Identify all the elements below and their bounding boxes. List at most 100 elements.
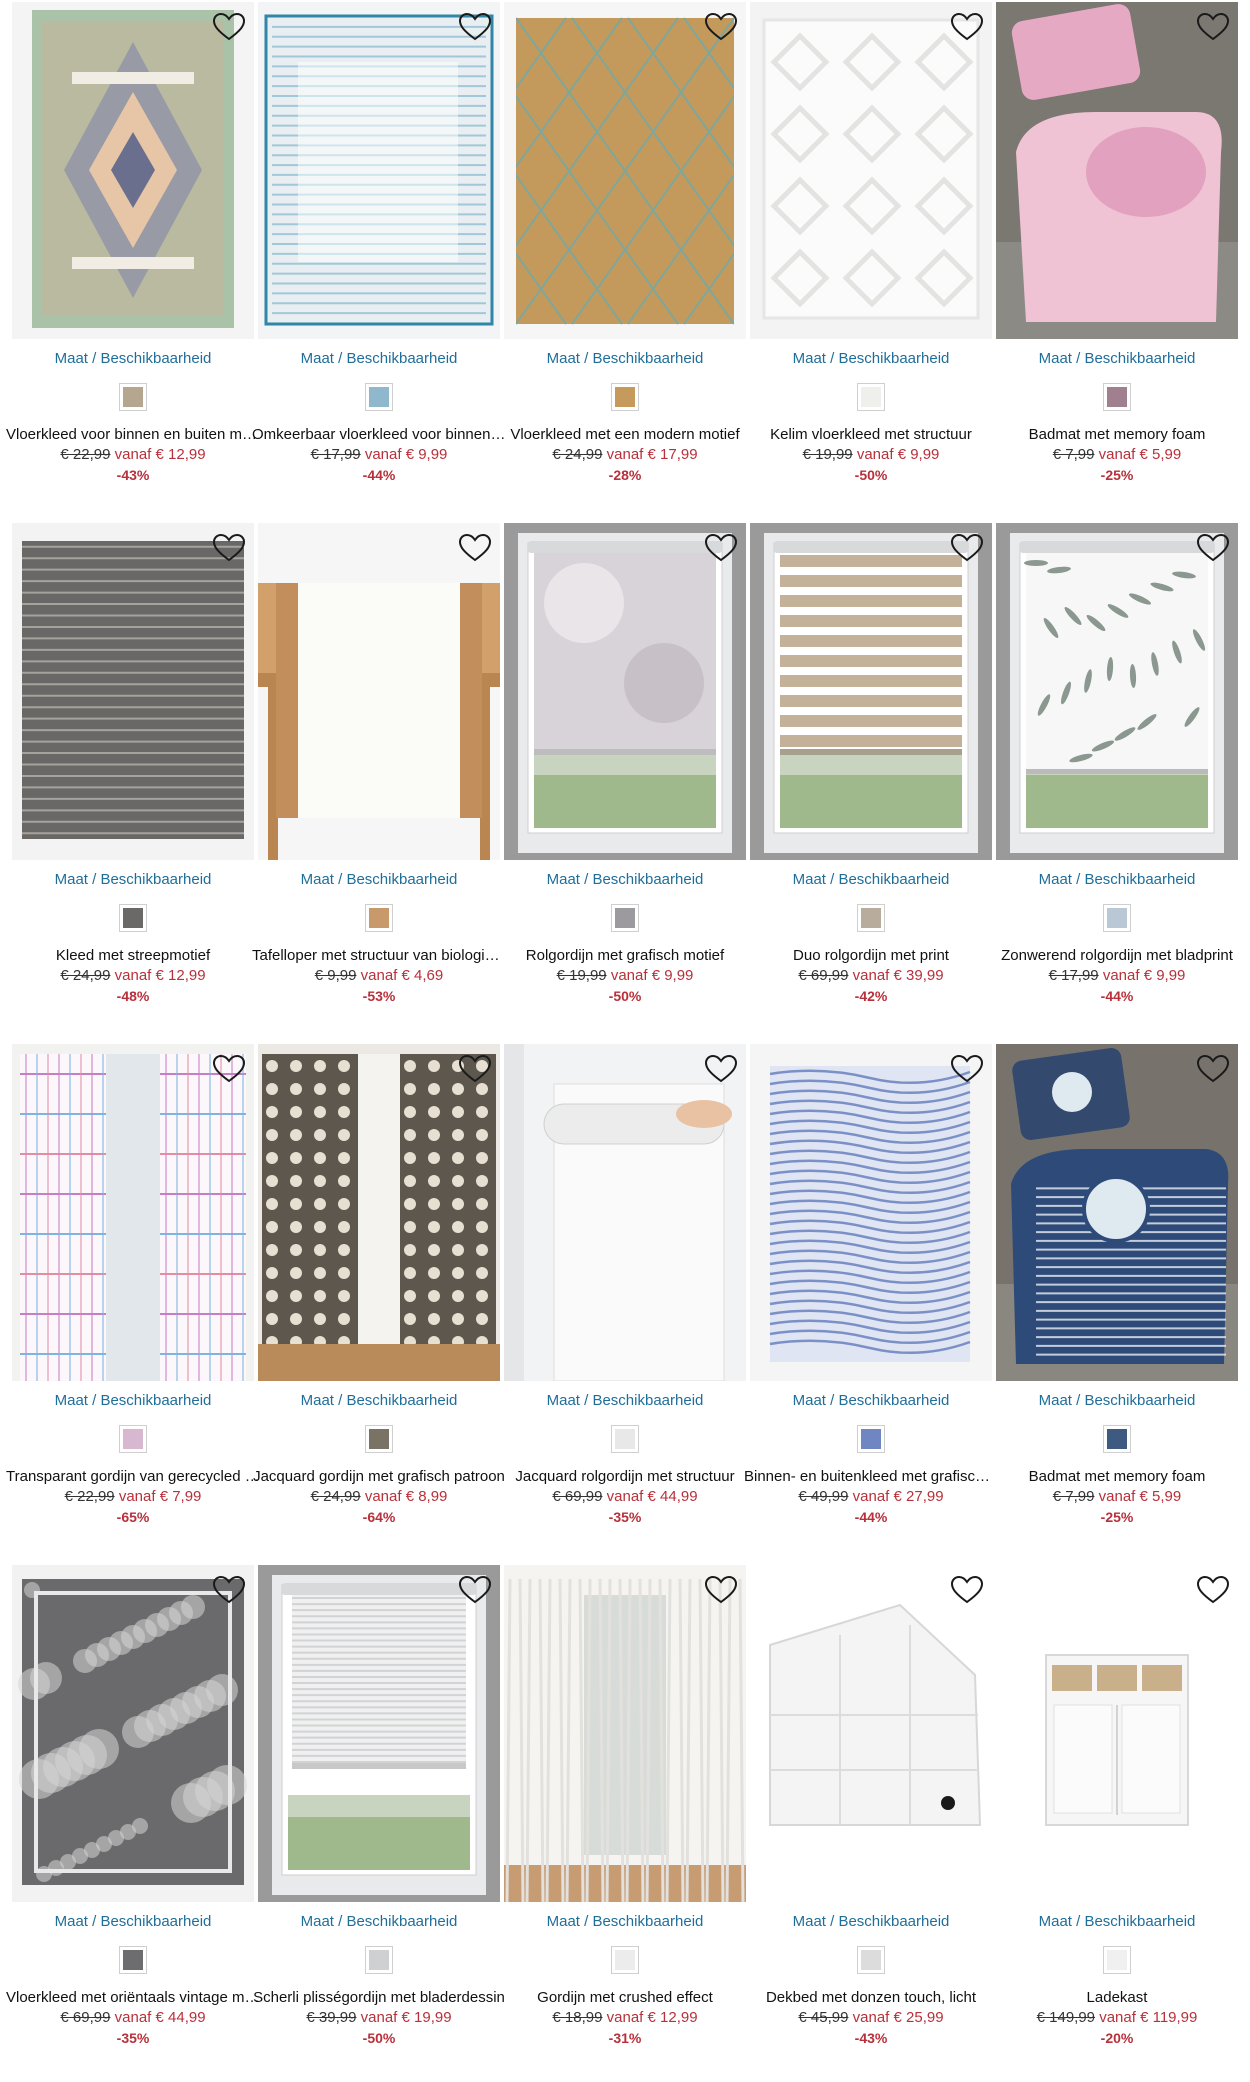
wishlist-heart-icon[interactable] xyxy=(1196,533,1230,563)
color-swatch[interactable] xyxy=(1103,904,1131,932)
product-title[interactable]: Vloerkleed met een modern motief xyxy=(498,426,752,443)
product-image[interactable] xyxy=(12,1565,254,1902)
product-image[interactable] xyxy=(258,1044,500,1381)
product-title[interactable]: Ladekast xyxy=(990,1989,1244,2006)
size-availability-link[interactable]: Maat / Beschikbaarheid xyxy=(12,871,254,888)
wishlist-heart-icon[interactable] xyxy=(212,12,246,42)
color-swatch[interactable] xyxy=(611,1946,639,1974)
size-availability-link[interactable]: Maat / Beschikbaarheid xyxy=(750,350,992,367)
color-swatch[interactable] xyxy=(365,1425,393,1453)
product-card[interactable]: Maat / Beschikbaarheid Badmat met memory … xyxy=(996,1044,1242,1544)
product-card[interactable]: Maat / Beschikbaarheid Vloerkleed voor bi… xyxy=(6,2,260,502)
product-title[interactable]: Badmat met memory foam xyxy=(990,1468,1244,1485)
size-availability-link[interactable]: Maat / Beschikbaarheid xyxy=(258,1392,500,1409)
size-availability-link[interactable]: Maat / Beschikbaarheid xyxy=(504,1392,746,1409)
wishlist-heart-icon[interactable] xyxy=(458,1054,492,1084)
product-title[interactable]: Omkeerbaar vloerkleed voor binnen en bui… xyxy=(252,426,506,443)
product-card[interactable]: Maat / Beschikbaarheid Tafelloper met str… xyxy=(252,523,506,1023)
product-image[interactable] xyxy=(750,523,992,860)
color-swatch[interactable] xyxy=(119,904,147,932)
color-swatch[interactable] xyxy=(857,1425,885,1453)
wishlist-heart-icon[interactable] xyxy=(950,1575,984,1605)
product-card[interactable]: Maat / Beschikbaarheid Badmat met memory … xyxy=(996,2,1242,502)
color-swatch[interactable] xyxy=(1103,1425,1131,1453)
size-availability-link[interactable]: Maat / Beschikbaarheid xyxy=(996,871,1238,888)
product-title[interactable]: Scherli plisségordijn met bladerdessin xyxy=(252,1989,506,2006)
product-image[interactable] xyxy=(504,523,746,860)
color-swatch[interactable] xyxy=(1103,1946,1131,1974)
wishlist-heart-icon[interactable] xyxy=(704,1054,738,1084)
product-card[interactable]: Maat / Beschikbaarheid Transparant gordij… xyxy=(6,1044,260,1544)
product-image[interactable] xyxy=(750,1565,992,1902)
size-availability-link[interactable]: Maat / Beschikbaarheid xyxy=(258,350,500,367)
product-title[interactable]: Binnen- en buitenkleed met grafisch patr… xyxy=(744,1468,998,1485)
product-title[interactable]: Vloerkleed met oriëntaals vintage motief xyxy=(6,1989,260,2006)
color-swatch[interactable] xyxy=(119,383,147,411)
wishlist-heart-icon[interactable] xyxy=(950,533,984,563)
size-availability-link[interactable]: Maat / Beschikbaarheid xyxy=(258,871,500,888)
product-title[interactable]: Dekbed met donzen touch, licht xyxy=(744,1989,998,2006)
product-title[interactable]: Rolgordijn met grafisch motief xyxy=(498,947,752,964)
product-title[interactable]: Duo rolgordijn met print xyxy=(744,947,998,964)
product-title[interactable]: Vloerkleed voor binnen en buiten met etn… xyxy=(6,426,260,443)
color-swatch[interactable] xyxy=(119,1425,147,1453)
wishlist-heart-icon[interactable] xyxy=(458,1575,492,1605)
size-availability-link[interactable]: Maat / Beschikbaarheid xyxy=(258,1913,500,1930)
product-card[interactable]: Maat / Beschikbaarheid Vloerkleed met een… xyxy=(504,2,750,502)
size-availability-link[interactable]: Maat / Beschikbaarheid xyxy=(996,1392,1238,1409)
product-title[interactable]: Transparant gordijn van gerecycled polye… xyxy=(6,1468,260,1485)
color-swatch[interactable] xyxy=(857,383,885,411)
size-availability-link[interactable]: Maat / Beschikbaarheid xyxy=(504,350,746,367)
size-availability-link[interactable]: Maat / Beschikbaarheid xyxy=(996,1913,1238,1930)
size-availability-link[interactable]: Maat / Beschikbaarheid xyxy=(12,350,254,367)
size-availability-link[interactable]: Maat / Beschikbaarheid xyxy=(750,1392,992,1409)
product-image[interactable] xyxy=(12,1044,254,1381)
size-availability-link[interactable]: Maat / Beschikbaarheid xyxy=(504,871,746,888)
product-image[interactable] xyxy=(12,2,254,339)
wishlist-heart-icon[interactable] xyxy=(212,1575,246,1605)
product-title[interactable]: Kelim vloerkleed met structuur xyxy=(744,426,998,443)
wishlist-heart-icon[interactable] xyxy=(458,533,492,563)
product-card[interactable]: Maat / Beschikbaarheid Rolgordijn met gra… xyxy=(504,523,750,1023)
product-card[interactable]: Maat / Beschikbaarheid Jacquard rolgordij… xyxy=(504,1044,750,1544)
wishlist-heart-icon[interactable] xyxy=(704,1575,738,1605)
wishlist-heart-icon[interactable] xyxy=(950,12,984,42)
product-card[interactable]: Maat / Beschikbaarheid Duo rolgordijn met… xyxy=(750,523,996,1023)
product-image[interactable] xyxy=(996,1565,1238,1902)
wishlist-heart-icon[interactable] xyxy=(212,533,246,563)
color-swatch[interactable] xyxy=(857,904,885,932)
product-card[interactable]: Maat / Beschikbaarheid Gordijn met crushe… xyxy=(504,1565,750,2065)
size-availability-link[interactable]: Maat / Beschikbaarheid xyxy=(996,350,1238,367)
color-swatch[interactable] xyxy=(365,904,393,932)
wishlist-heart-icon[interactable] xyxy=(212,1054,246,1084)
product-card[interactable]: Maat / Beschikbaarheid Dekbed met donzen … xyxy=(750,1565,996,2065)
product-card[interactable]: Maat / Beschikbaarheid Kelim vloerkleed m… xyxy=(750,2,996,502)
wishlist-heart-icon[interactable] xyxy=(1196,1054,1230,1084)
product-image[interactable] xyxy=(504,2,746,339)
wishlist-heart-icon[interactable] xyxy=(704,12,738,42)
product-card[interactable]: Maat / Beschikbaarheid Binnen- en buitenk… xyxy=(744,1044,998,1544)
color-swatch[interactable] xyxy=(1103,383,1131,411)
product-card[interactable]: Maat / Beschikbaarheid Kleed met streepmo… xyxy=(12,523,258,1023)
product-card[interactable]: Maat / Beschikbaarheid Vloerkleed met ori… xyxy=(6,1565,260,2065)
product-image[interactable] xyxy=(504,1044,746,1381)
product-title[interactable]: Jacquard gordijn met grafisch patroon xyxy=(252,1468,506,1485)
color-swatch[interactable] xyxy=(119,1946,147,1974)
product-card[interactable]: Maat / Beschikbaarheid Jacquard gordijn m… xyxy=(253,1044,505,1544)
size-availability-link[interactable]: Maat / Beschikbaarheid xyxy=(12,1913,254,1930)
product-title[interactable]: Kleed met streepmotief xyxy=(6,947,260,964)
product-title[interactable]: Badmat met memory foam xyxy=(990,426,1244,443)
color-swatch[interactable] xyxy=(611,904,639,932)
product-title[interactable]: Jacquard rolgordijn met structuur xyxy=(498,1468,752,1485)
wishlist-heart-icon[interactable] xyxy=(1196,12,1230,42)
color-swatch[interactable] xyxy=(365,383,393,411)
wishlist-heart-icon[interactable] xyxy=(950,1054,984,1084)
wishlist-heart-icon[interactable] xyxy=(1196,1575,1230,1605)
product-card[interactable]: Maat / Beschikbaarheid Zonwerend rolgordi… xyxy=(996,523,1242,1023)
size-availability-link[interactable]: Maat / Beschikbaarheid xyxy=(504,1913,746,1930)
product-image[interactable] xyxy=(504,1565,746,1902)
product-image[interactable] xyxy=(258,2,500,339)
product-image[interactable] xyxy=(258,1565,500,1902)
product-image[interactable] xyxy=(750,1044,992,1381)
product-title[interactable]: Gordijn met crushed effect xyxy=(498,1989,752,2006)
